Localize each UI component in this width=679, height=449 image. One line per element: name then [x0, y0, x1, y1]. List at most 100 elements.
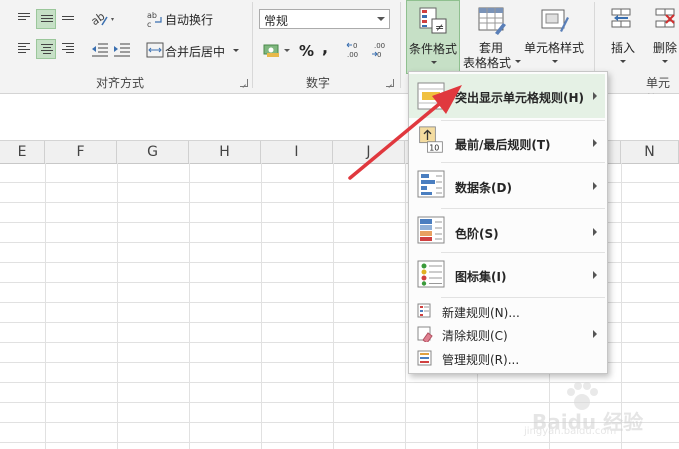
chevron-down-icon	[515, 60, 521, 63]
align-top-icon	[18, 13, 30, 25]
increase-decimal-button[interactable]: 0.00	[345, 40, 367, 60]
increase-indent-button[interactable]	[112, 39, 132, 59]
svg-text:ab: ab	[89, 10, 108, 29]
wrap-text-button[interactable]: 自动换行	[165, 11, 213, 28]
menu-label-icon-sets: 图标集(I)	[455, 270, 507, 284]
align-bottom-button[interactable]	[58, 9, 78, 29]
chevron-down-icon	[662, 60, 668, 63]
format-as-table-label-2: 表格格式	[463, 56, 512, 70]
merge-center-button[interactable]: 合并后居中	[165, 43, 225, 60]
delete-cells-icon	[655, 8, 675, 28]
comma-button[interactable]: ,	[322, 38, 328, 57]
align-right-icon	[62, 43, 74, 55]
number-format-select[interactable]: 常规	[259, 9, 390, 29]
clear-rules-icon	[417, 326, 433, 342]
column-header-g[interactable]: G	[117, 141, 189, 163]
currency-icon	[263, 44, 290, 57]
watermark: Baidu 经验 jingyan.baidu.com	[520, 380, 670, 444]
insert-label: 插入	[611, 41, 636, 55]
chevron-right-icon	[593, 182, 597, 190]
menu-label-color-scales: 色阶(S)	[455, 227, 499, 241]
svg-text:0: 0	[377, 51, 381, 59]
menu-label-new-rule: 新建规则(N)...	[442, 306, 520, 320]
icon-sets-icon	[417, 260, 445, 288]
column-header-f[interactable]: F	[45, 141, 117, 163]
chevron-right-icon	[593, 92, 597, 100]
chevron-down-icon	[377, 17, 385, 21]
svg-text:0: 0	[353, 42, 357, 50]
increase-decimal-icon: 0.00	[346, 42, 358, 59]
conditional-formatting-button[interactable]: ≠ 条件格式	[406, 0, 460, 74]
decrease-indent-icon	[92, 43, 108, 57]
increase-indent-icon	[114, 43, 130, 57]
menu-label-highlight: 突出显示单元格规则(H)	[455, 91, 585, 105]
column-header-n[interactable]: N	[621, 141, 679, 163]
menu-item-clear-rules[interactable]: 清除规则(C)	[409, 323, 605, 345]
color-scales-icon	[417, 216, 445, 244]
align-center-icon	[41, 44, 53, 56]
orientation-button[interactable]: ab	[88, 9, 118, 29]
delete-button[interactable]: 删除	[648, 0, 679, 74]
align-right-button[interactable]	[58, 39, 78, 59]
svg-text:c: c	[147, 20, 151, 29]
chevron-right-icon	[593, 330, 597, 338]
align-top-button[interactable]	[14, 9, 34, 29]
menu-item-manage-rules[interactable]: 管理规则(R)...	[409, 347, 605, 369]
chevron-down-icon	[552, 60, 558, 63]
conditional-formatting-icon: ≠	[419, 7, 447, 34]
menu-item-color-scales[interactable]: 色阶(S)	[409, 210, 605, 250]
svg-text:.00: .00	[374, 42, 385, 50]
align-bottom-icon	[62, 16, 74, 28]
menu-item-icon-sets[interactable]: 图标集(I)	[409, 255, 605, 295]
align-left-icon	[18, 43, 30, 55]
menu-item-new-rule[interactable]: 新建规则(N)...	[409, 300, 605, 322]
percent-button[interactable]: %	[299, 42, 314, 60]
menu-label-manage-rules: 管理规则(R)...	[442, 353, 520, 367]
merge-dropdown-icon[interactable]	[233, 49, 239, 52]
align-middle-button[interactable]	[36, 9, 56, 29]
chevron-right-icon	[593, 271, 597, 279]
menu-divider	[441, 208, 605, 209]
new-rule-icon	[417, 303, 431, 318]
align-left-button[interactable]	[14, 39, 34, 59]
column-header-h[interactable]: H	[189, 141, 261, 163]
wrap-text-icon: ab c	[145, 9, 165, 29]
group-divider	[252, 2, 253, 88]
merge-center-icon	[145, 40, 165, 60]
chevron-right-icon	[593, 139, 597, 147]
format-as-table-button[interactable]: 套用 表格格式	[463, 0, 523, 74]
insert-cells-icon	[611, 8, 631, 28]
watermark-subtext: jingyan.baidu.com	[524, 426, 617, 437]
number-format-value: 常规	[264, 14, 289, 28]
conditional-formatting-label: 条件格式	[409, 42, 458, 56]
orientation-icon: ab	[89, 10, 114, 29]
menu-divider	[441, 297, 605, 298]
alignment-launcher-icon[interactable]	[240, 79, 248, 87]
chevron-right-icon	[593, 228, 597, 236]
currency-button[interactable]	[262, 40, 294, 60]
decrease-decimal-icon: .000	[372, 42, 385, 59]
column-header-i[interactable]: I	[261, 141, 333, 163]
chevron-down-icon	[431, 61, 437, 64]
insert-button[interactable]: 插入	[600, 0, 644, 74]
group-divider	[400, 2, 401, 88]
column-header-e[interactable]: E	[0, 141, 45, 163]
number-group-label: 数字	[306, 76, 331, 90]
cell-styles-icon	[541, 9, 569, 32]
delete-label: 删除	[653, 41, 678, 55]
svg-text:.00: .00	[347, 51, 358, 59]
chevron-down-icon	[620, 60, 626, 63]
decrease-decimal-button[interactable]: .00 0	[370, 40, 392, 60]
cell-styles-button[interactable]: 单元格样式	[522, 0, 590, 74]
align-center-button[interactable]	[36, 39, 56, 59]
format-as-table-icon	[478, 7, 506, 35]
alignment-group-label: 对齐方式	[96, 76, 145, 90]
svg-text:≠: ≠	[435, 21, 444, 34]
menu-divider	[441, 252, 605, 253]
svg-text:ab: ab	[147, 11, 157, 20]
manage-rules-icon	[417, 350, 432, 366]
align-middle-icon	[41, 15, 53, 27]
red-arrow-annotation	[348, 85, 462, 180]
decrease-indent-button[interactable]	[90, 39, 110, 59]
cell-styles-label: 单元格样式	[524, 41, 585, 55]
